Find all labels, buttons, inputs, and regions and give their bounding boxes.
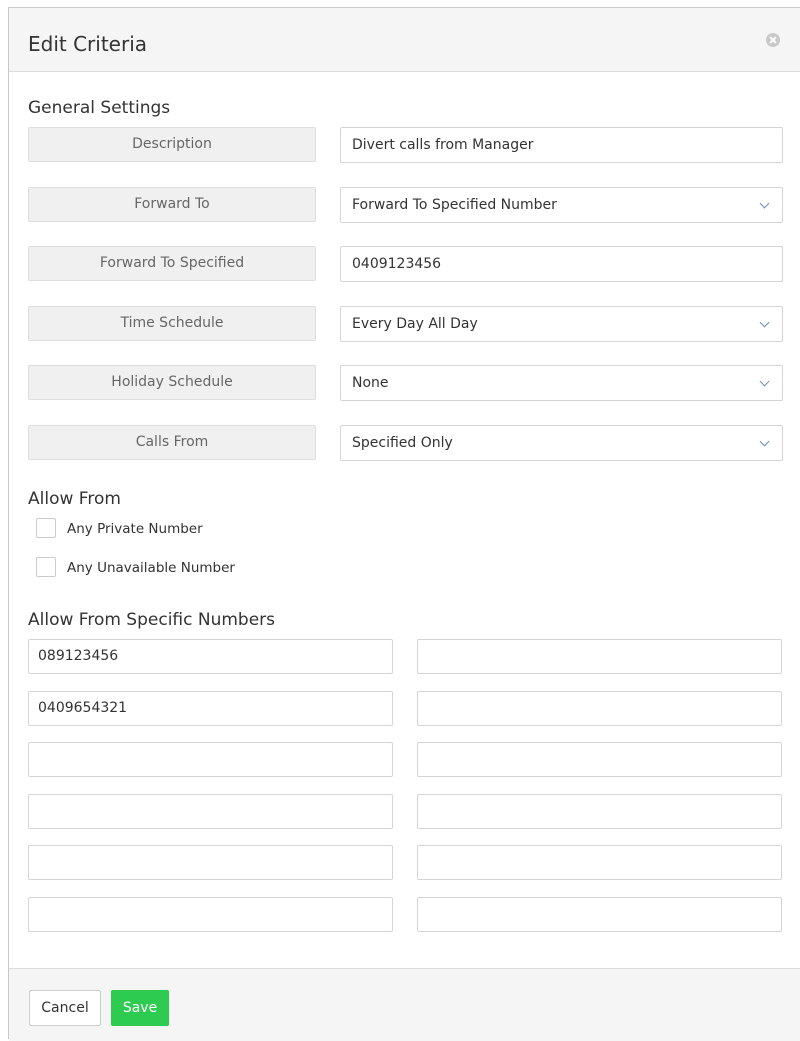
specific-number-input-12[interactable] bbox=[417, 897, 782, 932]
forward-to-label: Forward To bbox=[28, 187, 316, 222]
chevron-down-icon bbox=[759, 198, 770, 209]
holiday-schedule-value: None bbox=[352, 375, 389, 391]
any-unavailable-number-label: Any Unavailable Number bbox=[67, 560, 235, 576]
chevron-down-icon bbox=[759, 317, 770, 328]
any-unavailable-number-checkbox[interactable] bbox=[36, 557, 56, 577]
any-private-number-checkbox[interactable] bbox=[36, 518, 56, 538]
holiday-schedule-select[interactable]: None bbox=[340, 365, 783, 401]
calls-from-label: Calls From bbox=[28, 425, 316, 460]
save-button[interactable]: Save bbox=[111, 990, 169, 1026]
description-value: Divert calls from Manager bbox=[352, 137, 534, 153]
forward-to-value: Forward To Specified Number bbox=[352, 197, 557, 213]
specific-number-input-3[interactable]: 0409654321 bbox=[28, 691, 393, 726]
specific-number-input-6[interactable] bbox=[417, 742, 782, 777]
dialog-title: Edit Criteria bbox=[28, 32, 148, 56]
chevron-down-icon bbox=[759, 376, 770, 387]
forward-to-specified-label: Forward To Specified bbox=[28, 246, 316, 281]
specific-number-input-4[interactable] bbox=[417, 691, 782, 726]
edit-criteria-dialog: Edit Criteria General Settings Descripti… bbox=[8, 7, 800, 1041]
time-schedule-label: Time Schedule bbox=[28, 306, 316, 341]
specific-numbers-heading: Allow From Specific Numbers bbox=[28, 610, 276, 630]
specific-number-value: 0409654321 bbox=[38, 700, 128, 716]
time-schedule-value: Every Day All Day bbox=[352, 316, 478, 332]
description-input[interactable]: Divert calls from Manager bbox=[340, 127, 783, 163]
allow-from-heading: Allow From bbox=[28, 489, 121, 509]
specific-number-input-1[interactable]: 089123456 bbox=[28, 639, 393, 674]
specific-number-input-9[interactable] bbox=[28, 845, 393, 880]
time-schedule-select[interactable]: Every Day All Day bbox=[340, 306, 783, 342]
forward-to-specified-input[interactable]: 0409123456 bbox=[340, 246, 783, 282]
calls-from-select[interactable]: Specified Only bbox=[340, 425, 783, 461]
dialog-footer: Cancel Save bbox=[9, 968, 800, 1041]
specific-number-value: 089123456 bbox=[38, 648, 119, 664]
general-settings-heading: General Settings bbox=[28, 98, 171, 118]
cancel-button[interactable]: Cancel bbox=[29, 990, 101, 1026]
specific-number-input-8[interactable] bbox=[417, 794, 782, 829]
forward-to-specified-value: 0409123456 bbox=[352, 256, 442, 272]
specific-number-input-10[interactable] bbox=[417, 845, 782, 880]
close-icon[interactable] bbox=[766, 33, 780, 47]
any-private-number-label: Any Private Number bbox=[67, 521, 203, 537]
calls-from-value: Specified Only bbox=[352, 435, 453, 451]
holiday-schedule-label: Holiday Schedule bbox=[28, 365, 316, 400]
specific-number-input-11[interactable] bbox=[28, 897, 393, 932]
description-label: Description bbox=[28, 127, 316, 162]
specific-number-input-5[interactable] bbox=[28, 742, 393, 777]
dialog-header: Edit Criteria bbox=[9, 8, 800, 72]
forward-to-select[interactable]: Forward To Specified Number bbox=[340, 187, 783, 223]
specific-number-input-2[interactable] bbox=[417, 639, 782, 674]
specific-number-input-7[interactable] bbox=[28, 794, 393, 829]
chevron-down-icon bbox=[759, 436, 770, 447]
